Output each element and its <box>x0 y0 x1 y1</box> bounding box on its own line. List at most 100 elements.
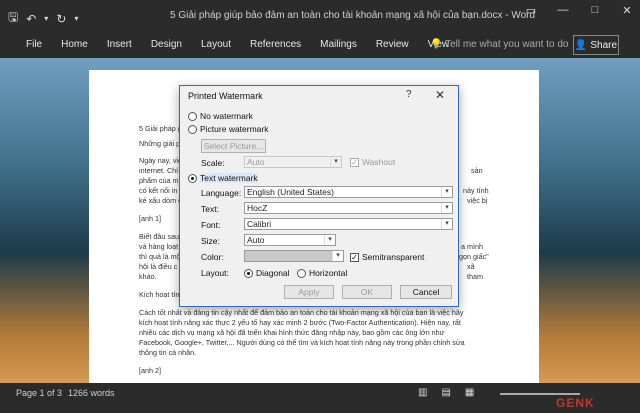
horizontal-option[interactable]: Horizontal <box>297 268 347 278</box>
window-title: 5 Giải pháp giúp bảo đảm an toàn cho tài… <box>170 10 536 21</box>
washout-label: Washout <box>362 157 396 167</box>
doc-fragment: sản <box>471 166 483 175</box>
ok-button[interactable]: OK <box>342 285 392 299</box>
window-controls: ▭ — □ ✕ <box>522 4 636 17</box>
doc-fragment: tham <box>467 272 483 281</box>
semitransparent-checkbox[interactable]: ✓ <box>350 252 359 262</box>
horizontal-label: Horizontal <box>309 268 348 278</box>
chevron-down-icon: ▾ <box>441 203 452 213</box>
redo-icon[interactable]: ↻ <box>56 12 66 26</box>
chevron-down-icon: ▾ <box>324 235 335 245</box>
share-button[interactable]: 👤 Share <box>573 35 619 55</box>
tab-review[interactable]: Review <box>376 39 409 50</box>
color-select[interactable]: ▾ <box>244 250 344 262</box>
layout-label: Layout: <box>201 268 229 278</box>
text-watermark-label: Text watermark <box>200 173 258 183</box>
horizontal-radio[interactable] <box>297 268 306 278</box>
share-label: Share <box>590 39 618 51</box>
doc-line: thông tin cá nhân. <box>139 348 197 357</box>
save-icon[interactable]: 🖫 <box>8 8 18 29</box>
quick-access-toolbar: 🖫 ↶ ▾ ↻ ▾ <box>8 8 78 29</box>
zoom-slider[interactable] <box>500 393 580 395</box>
genk-logo: GENK <box>556 396 595 410</box>
language-select[interactable]: English (United States) ▾ <box>244 186 453 198</box>
washout-checkbox[interactable]: ✓ <box>350 157 359 167</box>
apply-button[interactable]: Apply <box>284 285 334 299</box>
size-value: Auto <box>247 235 265 245</box>
print-layout-icon[interactable]: ▦ <box>465 387 474 398</box>
tell-me-search[interactable]: 💡 Tell me what you want to do <box>430 39 568 50</box>
washout-option[interactable]: ✓ Washout <box>350 157 395 167</box>
view-buttons: ▥ ▤ ▦ <box>418 387 474 398</box>
page-count[interactable]: Page 1 of 3 <box>16 388 62 398</box>
diagonal-label: Diagonal <box>256 268 290 278</box>
focus-icon[interactable]: ▥ <box>418 387 427 398</box>
language-label: Language: <box>201 188 242 198</box>
text-combobox[interactable]: HocZ ▾ <box>244 202 453 214</box>
tell-me-text: Tell me what you want to do <box>445 39 569 50</box>
text-watermark-radio[interactable] <box>188 173 197 183</box>
language-value: English (United States) <box>247 187 334 197</box>
tab-design[interactable]: Design <box>151 39 182 50</box>
undo-dropdown-icon[interactable]: ▾ <box>44 14 48 23</box>
customize-qat-icon[interactable]: ▾ <box>74 14 78 23</box>
scale-label: Scale: <box>201 158 225 168</box>
doc-fragment: việc bị <box>467 196 488 205</box>
undo-icon[interactable]: ↶ <box>26 12 36 26</box>
dialog-title: Printed Watermark <box>188 91 263 101</box>
status-bar: Page 1 of 3 1266 words ▥ ▤ ▦ <box>0 383 640 413</box>
close-window-icon[interactable]: ✕ <box>618 4 636 17</box>
semitransparent-option[interactable]: ✓ Semitransparent <box>350 252 424 262</box>
title-bar: 🖫 ↶ ▾ ↻ ▾ 5 Giải pháp giúp bảo đảm an to… <box>0 0 640 32</box>
help-icon[interactable]: ? <box>406 89 412 100</box>
printed-watermark-dialog: Printed Watermark ? ✕ No watermark Pictu… <box>179 85 459 307</box>
doc-fragment: gọn giấc" <box>459 252 489 261</box>
person-icon: 👤 <box>574 39 588 51</box>
tab-mailings[interactable]: Mailings <box>320 39 357 50</box>
chevron-down-icon: ▾ <box>332 251 343 261</box>
ribbon-display-icon[interactable]: ▭ <box>522 4 540 17</box>
font-label: Font: <box>201 220 221 230</box>
scale-select[interactable]: Auto ▾ <box>244 156 342 168</box>
close-icon[interactable]: ✕ <box>435 88 445 102</box>
lightbulb-icon: 💡 <box>430 39 443 50</box>
tab-layout[interactable]: Layout <box>201 39 231 50</box>
tab-home[interactable]: Home <box>61 39 88 50</box>
doc-line: Cách tốt nhất và đảng tin cậy nhất để đả… <box>139 308 464 317</box>
ribbon-tabs: File Home Insert Design Layout Reference… <box>26 39 468 50</box>
read-mode-icon[interactable]: ▤ <box>441 387 450 398</box>
size-label: Size: <box>201 236 220 246</box>
diagonal-radio[interactable] <box>244 268 253 278</box>
size-select[interactable]: Auto ▾ <box>244 234 336 246</box>
chevron-down-icon: ▾ <box>441 219 452 229</box>
text-label: Text: <box>201 204 219 214</box>
doc-line: nhiều các dịch vụ mạng xã hội đã triển k… <box>139 328 445 337</box>
diagonal-option[interactable]: Diagonal <box>244 268 290 278</box>
minimize-icon[interactable]: — <box>554 4 572 17</box>
doc-fragment: a mình <box>461 242 483 251</box>
doc-line: Facebook, Google+, Twitter,... Người dùn… <box>139 338 465 347</box>
ribbon: File Home Insert Design Layout Reference… <box>0 32 640 58</box>
text-value: HocZ <box>247 203 268 213</box>
text-watermark-option[interactable]: Text watermark <box>188 173 258 183</box>
doc-line: [anh 2] <box>139 366 161 375</box>
chevron-down-icon: ▾ <box>441 187 452 197</box>
picture-watermark-option[interactable]: Picture watermark <box>188 124 269 134</box>
no-watermark-label: No watermark <box>200 111 253 121</box>
tab-file[interactable]: File <box>26 39 42 50</box>
doc-fragment: xã <box>467 262 475 271</box>
cancel-button[interactable]: Cancel <box>400 285 452 299</box>
font-select[interactable]: Calibri ▾ <box>244 218 453 230</box>
no-watermark-option[interactable]: No watermark <box>188 111 253 121</box>
tab-references[interactable]: References <box>250 39 301 50</box>
chevron-down-icon: ▾ <box>330 157 341 167</box>
picture-watermark-radio[interactable] <box>188 124 197 134</box>
select-picture-button[interactable]: Select Picture... <box>201 139 266 153</box>
tab-insert[interactable]: Insert <box>107 39 132 50</box>
font-value: Calibri <box>247 219 272 229</box>
doc-fragment: náy tính <box>463 186 489 195</box>
picture-watermark-label: Picture watermark <box>200 124 269 134</box>
maximize-icon[interactable]: □ <box>586 4 604 17</box>
word-count[interactable]: 1266 words <box>68 388 115 398</box>
no-watermark-radio[interactable] <box>188 111 197 121</box>
